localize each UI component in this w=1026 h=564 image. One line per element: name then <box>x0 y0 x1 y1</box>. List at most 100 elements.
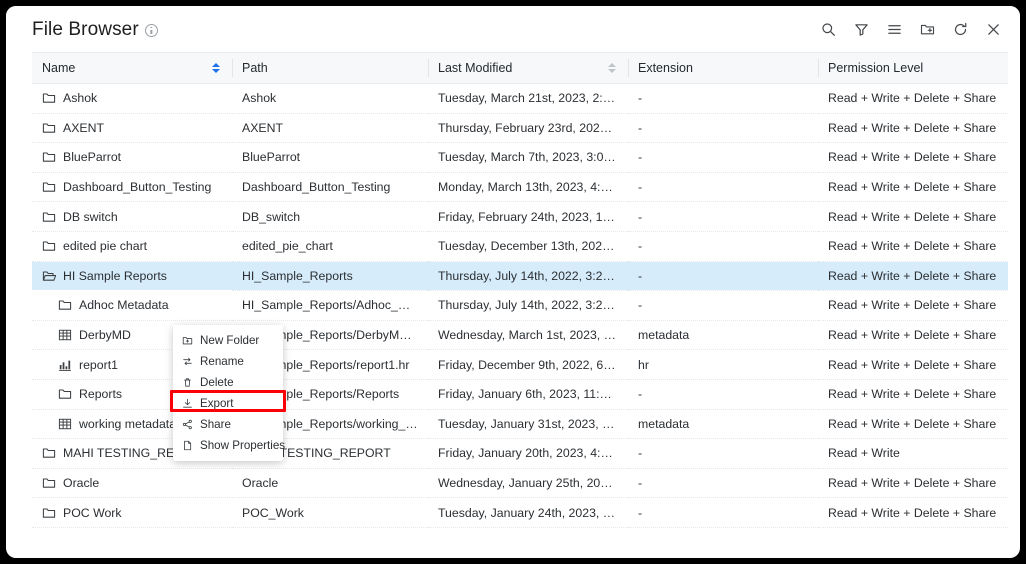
column-label-permission-level: Permission Level <box>828 61 924 75</box>
filter-icon[interactable] <box>853 21 870 38</box>
export-icon <box>182 398 193 409</box>
table-row[interactable]: DB switch DB_switch Friday, February 24th… <box>32 201 1008 232</box>
cell-path: Dashboard_Button_Testing <box>232 172 428 203</box>
context-menu[interactable]: New Folder Rename Delete Export Share Sh… <box>173 325 285 461</box>
cell-last-modified: Tuesday, December 13th, 2022, 10:... <box>428 231 628 262</box>
cell-extension: - <box>628 172 818 203</box>
context-menu-item-label: New Folder <box>200 334 260 347</box>
context-menu-item-export[interactable]: Export <box>173 393 283 414</box>
table-row[interactable]: HI Sample Reports HI_Sample_Reports Thurs… <box>32 261 1008 292</box>
file-name-label: DB switch <box>63 209 118 224</box>
cell-path: HI_Sample_Reports/Adhoc_Meta... <box>232 290 428 321</box>
column-label-last-modified: Last Modified <box>438 61 513 75</box>
table-row[interactable]: Adhoc Metadata HI_Sample_Reports/Adhoc_M… <box>32 290 1008 321</box>
cell-last-modified: Tuesday, January 24th, 2023, 6:43:... <box>428 497 628 528</box>
column-label-path: Path <box>242 61 268 75</box>
file-name-label: Dashboard_Button_Testing <box>63 180 212 195</box>
cell-last-modified: Thursday, July 14th, 2022, 3:29:39 ... <box>428 290 628 321</box>
table-row[interactable]: BlueParrot BlueParrot Tuesday, March 7th,… <box>32 142 1008 173</box>
column-header-name[interactable]: Name <box>32 52 232 84</box>
table-row[interactable]: Dashboard_Button_Testing Dashboard_Butto… <box>32 172 1008 203</box>
cell-name[interactable]: Ashok <box>32 83 232 114</box>
cell-name[interactable]: DB switch <box>32 201 232 232</box>
cell-extension: metadata <box>628 320 818 351</box>
cell-permission: Read + Write + Delete + Share <box>818 379 1008 410</box>
file-name-label: report1 <box>79 357 118 372</box>
context-menu-item-show-properties[interactable]: Show Properties <box>173 435 285 456</box>
cell-permission: Read + Write + Delete + Share <box>818 142 1008 173</box>
cell-extension: - <box>628 201 818 232</box>
search-icon[interactable] <box>820 21 837 38</box>
file-name-label: Ashok <box>63 91 98 106</box>
properties-icon <box>182 440 193 451</box>
cell-extension: metadata <box>628 409 818 440</box>
cell-name[interactable]: BlueParrot <box>32 142 232 173</box>
folder-icon <box>42 446 56 460</box>
header-action-bar <box>820 21 1002 38</box>
folder-icon <box>58 387 72 401</box>
context-menu-item-new-folder[interactable]: New Folder <box>173 330 283 351</box>
cell-permission: Read + Write + Delete + Share <box>818 349 1008 380</box>
context-menu-item-share[interactable]: Share <box>173 414 283 435</box>
column-header-path[interactable]: Path <box>232 52 428 84</box>
window-header: File Browser <box>6 6 1020 52</box>
sort-indicator-name[interactable] <box>212 63 220 73</box>
cell-name[interactable]: edited pie chart <box>32 231 232 262</box>
table-row[interactable]: POC Work POC_Work Tuesday, January 24th, … <box>32 497 1008 528</box>
column-label-extension: Extension <box>638 61 693 75</box>
info-icon[interactable] <box>144 23 158 37</box>
context-menu-item-label: Delete <box>200 376 234 389</box>
close-icon[interactable] <box>985 21 1002 38</box>
folder-icon <box>42 239 56 253</box>
folder-icon <box>42 180 56 194</box>
cell-path: HI_Sample_Reports <box>232 261 428 292</box>
cell-extension: - <box>628 290 818 321</box>
cell-permission: Read + Write + Delete + Share <box>818 409 1008 440</box>
cell-last-modified: Tuesday, March 7th, 2023, 3:04:56 ... <box>428 142 628 173</box>
new-folder-icon <box>182 335 193 346</box>
cell-path: POC_Work <box>232 497 428 528</box>
cell-permission: Read + Write + Delete + Share <box>818 172 1008 203</box>
file-name-label: AXENT <box>63 120 104 135</box>
menu-icon[interactable] <box>886 21 903 38</box>
context-menu-item-delete[interactable]: Delete <box>173 372 283 393</box>
cell-name[interactable]: HI Sample Reports <box>32 261 232 291</box>
cell-permission: Read + Write + Delete + Share <box>818 261 1008 292</box>
table-row[interactable]: edited pie chart edited_pie_chart Tuesday… <box>32 231 1008 262</box>
file-browser-window: File Browser Name Path Last Modified Ext… <box>6 6 1020 558</box>
cell-name[interactable]: AXENT <box>32 113 232 144</box>
folder-icon <box>42 91 56 105</box>
cell-name[interactable]: Oracle <box>32 468 232 499</box>
context-menu-item-label: Export <box>200 397 234 410</box>
cell-last-modified: Friday, December 9th, 2022, 6:49:5... <box>428 349 628 380</box>
folder-open-icon <box>42 269 56 283</box>
column-header-last-modified[interactable]: Last Modified <box>428 52 628 84</box>
cell-extension: - <box>628 231 818 262</box>
cell-extension: - <box>628 468 818 499</box>
column-header-extension[interactable]: Extension <box>628 52 818 84</box>
cell-path: AXENT <box>232 113 428 144</box>
cell-name[interactable]: Adhoc Metadata <box>32 290 232 321</box>
cell-name[interactable]: POC Work <box>32 497 232 528</box>
context-menu-item-label: Rename <box>200 355 244 368</box>
cell-last-modified: Tuesday, March 21st, 2023, 2:23:39 ... <box>428 83 628 114</box>
cell-extension: - <box>628 83 818 114</box>
cell-path: BlueParrot <box>232 142 428 173</box>
sort-indicator-last-modified[interactable] <box>608 63 616 73</box>
cell-permission: Read + Write + Delete + Share <box>818 83 1008 114</box>
table-row[interactable]: AXENT AXENT Thursday, February 23rd, 2023… <box>32 113 1008 144</box>
folder-icon <box>58 298 72 312</box>
cell-last-modified: Thursday, February 23rd, 2023, 11:... <box>428 113 628 144</box>
cell-extension: - <box>628 438 818 469</box>
refresh-icon[interactable] <box>952 21 969 38</box>
new-folder-icon[interactable] <box>919 21 936 38</box>
column-header-permission-level[interactable]: Permission Level <box>818 52 1008 84</box>
cell-last-modified: Monday, March 13th, 2023, 4:52:03 ... <box>428 172 628 203</box>
table-row[interactable]: Oracle Oracle Wednesday, January 25th, 20… <box>32 468 1008 499</box>
table-row[interactable]: Ashok Ashok Tuesday, March 21st, 2023, 2:… <box>32 83 1008 114</box>
context-menu-item-rename[interactable]: Rename <box>173 351 283 372</box>
file-name-label: Reports <box>79 387 123 402</box>
cell-extension: hr <box>628 349 818 380</box>
cell-name[interactable]: Dashboard_Button_Testing <box>32 172 232 203</box>
cell-path: DB_switch <box>232 201 428 232</box>
